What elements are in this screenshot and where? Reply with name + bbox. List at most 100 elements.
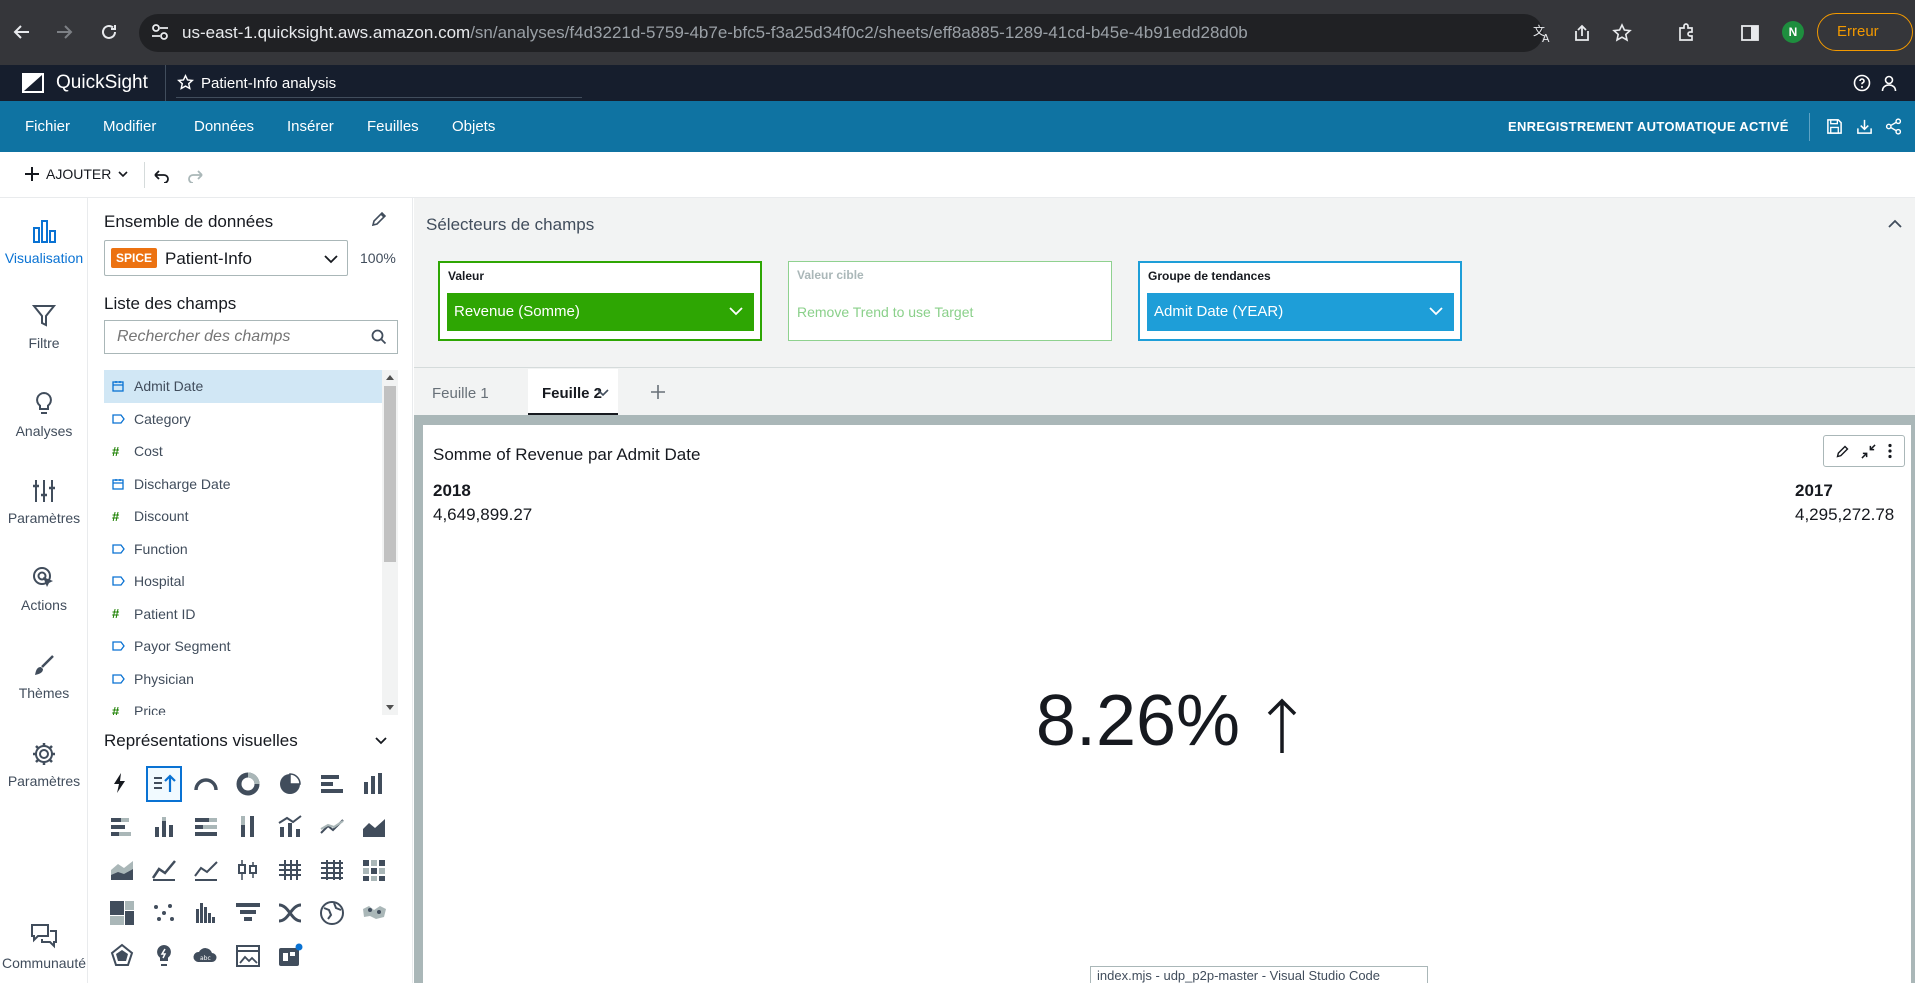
collapse-chevron-up-icon[interactable] — [1887, 218, 1903, 230]
rail-visualize[interactable]: Visualisation — [0, 218, 88, 266]
dataset-select[interactable]: SPICE Patient-Info — [104, 240, 348, 276]
field-list-scrollbar[interactable] — [382, 370, 398, 715]
field-search-input[interactable] — [105, 321, 355, 353]
user-icon[interactable] — [1880, 74, 1898, 92]
extensions-icon[interactable] — [1674, 20, 1700, 46]
field-row[interactable]: Function — [104, 533, 390, 566]
funnel-chart-icon[interactable] — [230, 895, 266, 931]
share-network-icon[interactable] — [1885, 118, 1902, 135]
field-row[interactable]: # Price — [104, 695, 390, 715]
error-button[interactable]: Erreur — [1817, 13, 1913, 51]
custom-visual-icon[interactable] — [272, 938, 308, 974]
menu-sheets[interactable]: Feuilles — [367, 118, 419, 135]
target-well[interactable]: Valeur cible Remove Trend to use Target — [788, 261, 1112, 341]
field-row[interactable]: Discharge Date — [104, 468, 390, 501]
percent-vertical-bar-icon[interactable] — [230, 809, 266, 845]
forward-arrow-icon[interactable] — [50, 18, 78, 46]
field-row[interactable]: Hospital — [104, 565, 390, 598]
percent-horizontal-bar-icon[interactable] — [188, 809, 224, 845]
stacked-horizontal-bar-icon[interactable] — [104, 809, 140, 845]
line-points-icon[interactable] — [146, 852, 182, 888]
url-text[interactable]: us-east-1.quicksight.aws.amazon.com/sn/a… — [182, 23, 1248, 43]
box-plot-icon[interactable] — [230, 852, 266, 888]
share-icon[interactable] — [1569, 20, 1595, 46]
table-icon[interactable] — [314, 852, 350, 888]
rail-community[interactable]: Communauté — [0, 923, 88, 971]
menu-edit[interactable]: Modifier — [103, 118, 156, 135]
site-settings-icon[interactable] — [150, 22, 170, 42]
radar-chart-icon[interactable] — [104, 938, 140, 974]
pie-chart-icon[interactable] — [272, 766, 308, 802]
image-component-icon[interactable] — [230, 938, 266, 974]
menu-file[interactable]: Fichier — [25, 118, 70, 135]
download-icon[interactable] — [1856, 118, 1873, 135]
menu-data[interactable]: Données — [194, 118, 254, 135]
quicksight-brand[interactable]: QuickSight — [56, 72, 148, 94]
bookmark-star-icon[interactable] — [1609, 20, 1635, 46]
add-button[interactable]: AJOUTER — [24, 166, 129, 182]
field-row[interactable]: Physician — [104, 663, 390, 696]
heat-map-icon[interactable] — [356, 852, 392, 888]
save-icon[interactable] — [1826, 118, 1843, 135]
filled-map-icon[interactable] — [314, 895, 350, 931]
kpi-visual[interactable]: Somme of Revenue par Admit Date 2018 4,6… — [423, 425, 1911, 983]
rail-settings[interactable]: Paramètres — [0, 741, 88, 789]
kpi-icon[interactable] — [146, 766, 182, 802]
rail-themes[interactable]: Thèmes — [0, 653, 88, 701]
stacked-vertical-bar-icon[interactable] — [146, 809, 182, 845]
rail-actions[interactable]: Actions — [0, 565, 88, 613]
area-chart-icon[interactable] — [356, 809, 392, 845]
trend-field-pill[interactable]: Admit Date (YEAR) — [1147, 293, 1454, 331]
sankey-icon[interactable] — [272, 895, 308, 931]
tab-sheet-2[interactable]: Feuille 2 — [528, 369, 618, 415]
profile-avatar[interactable]: N — [1782, 21, 1804, 43]
forecast-line-icon[interactable] — [188, 852, 224, 888]
tab-sheet-1[interactable]: Feuille 1 — [432, 369, 489, 415]
redo-icon[interactable] — [187, 167, 205, 183]
reload-icon[interactable] — [95, 18, 123, 46]
trend-group-well[interactable]: Groupe de tendances Admit Date (YEAR) — [1138, 261, 1462, 341]
undo-icon[interactable] — [152, 167, 170, 183]
side-panel-icon[interactable] — [1737, 20, 1763, 46]
insight-bulb-icon[interactable] — [146, 938, 182, 974]
rail-parameters[interactable]: Paramètres — [0, 478, 88, 526]
donut-chart-icon[interactable] — [230, 766, 266, 802]
horizontal-bar-icon[interactable] — [314, 766, 350, 802]
tree-map-icon[interactable] — [104, 895, 140, 931]
histogram-icon[interactable] — [188, 895, 224, 931]
pivot-table-icon[interactable] — [272, 852, 308, 888]
analysis-title[interactable]: Patient-Info analysis — [201, 75, 336, 92]
value-field-pill[interactable]: Revenue (Somme) — [447, 293, 754, 331]
field-row[interactable]: # Cost — [104, 435, 390, 468]
field-row[interactable]: Category — [104, 403, 390, 436]
quicksight-logo-icon[interactable] — [22, 73, 44, 93]
autograph-lightning-icon[interactable] — [104, 766, 140, 802]
rail-insights[interactable]: Analyses — [0, 391, 88, 439]
translate-icon[interactable]: 文A — [1530, 20, 1556, 46]
vertical-bar-icon[interactable] — [356, 766, 392, 802]
rail-filter[interactable]: Filtre — [0, 303, 88, 351]
field-search[interactable] — [104, 320, 398, 354]
field-row[interactable]: # Discount — [104, 500, 390, 533]
visual-types-header[interactable]: Représentations visuelles — [104, 731, 398, 751]
word-cloud-icon[interactable]: abc — [188, 938, 224, 974]
edit-pencil-icon[interactable] — [370, 210, 388, 228]
autosave-status[interactable]: ENREGISTREMENT AUTOMATIQUE ACTIVÉ — [1508, 119, 1789, 134]
field-row[interactable]: Payor Segment — [104, 630, 390, 663]
field-row[interactable]: Admit Date — [104, 370, 390, 403]
edit-pencil-icon[interactable] — [1835, 444, 1850, 459]
combo-chart-icon[interactable] — [272, 809, 308, 845]
help-icon[interactable] — [1853, 74, 1871, 92]
favorite-star-icon[interactable] — [177, 74, 194, 91]
value-well[interactable]: Valeur Revenue (Somme) — [438, 261, 762, 341]
menu-insert[interactable]: Insérer — [287, 118, 334, 135]
line-chart-icon[interactable] — [314, 809, 350, 845]
back-arrow-icon[interactable] — [8, 18, 36, 46]
scroll-thumb[interactable] — [384, 386, 396, 562]
scatter-plot-icon[interactable] — [146, 895, 182, 931]
gauge-icon[interactable] — [188, 766, 224, 802]
more-options-icon[interactable] — [1887, 443, 1893, 459]
stacked-area-icon[interactable] — [104, 852, 140, 888]
collapse-arrows-icon[interactable] — [1861, 443, 1876, 459]
add-sheet-plus-icon[interactable] — [650, 384, 666, 400]
